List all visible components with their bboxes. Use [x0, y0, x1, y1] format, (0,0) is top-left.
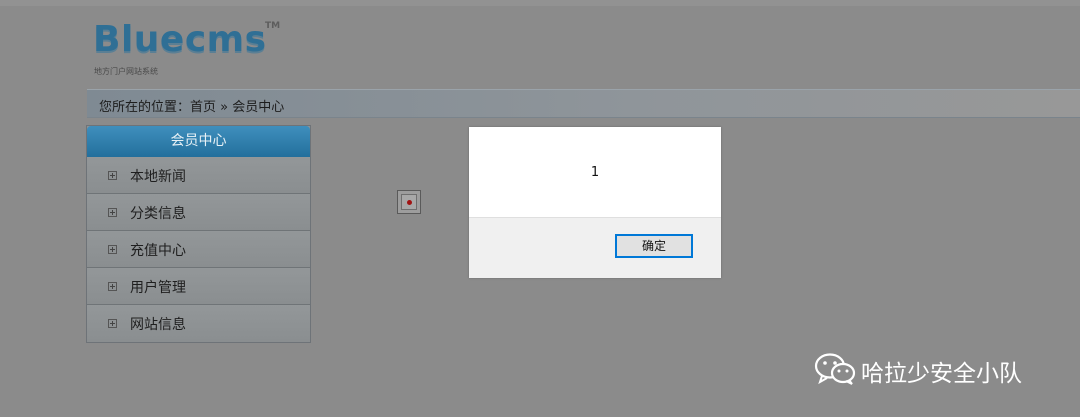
- broken-image-icon: [397, 190, 421, 214]
- page: Bluecms TM 地方门户网站系统 您所在的位置：首页 » 会员中心 会员中…: [0, 0, 1080, 417]
- broken-image-dot: [407, 200, 412, 205]
- plus-box-icon: [108, 282, 117, 291]
- plus-box-icon: [108, 245, 117, 254]
- sidebar-item-recharge[interactable]: 充值中心: [87, 231, 310, 268]
- watermark-text: 哈拉少安全小队: [861, 361, 1022, 387]
- breadcrumb: 您所在的位置：首页 » 会员中心: [87, 89, 1080, 118]
- logo-trademark: TM: [265, 21, 281, 31]
- sidebar-item-classifieds[interactable]: 分类信息: [87, 194, 310, 231]
- alert-dialog: 1 确定: [469, 127, 721, 278]
- sidebar-item-label: 用户管理: [130, 280, 186, 296]
- sidebar-item-local-news[interactable]: 本地新闻: [87, 157, 310, 194]
- alert-message: 1: [590, 165, 600, 180]
- plus-box-icon: [108, 319, 117, 328]
- sidebar-item-user-management[interactable]: 用户管理: [87, 268, 310, 305]
- logo-tagline: 地方门户网站系统: [94, 67, 158, 76]
- top-strip: [0, 0, 1080, 6]
- plus-box-icon: [108, 208, 117, 217]
- wechat-icon: [814, 353, 856, 385]
- breadcrumb-text: 您所在的位置：首页 » 会员中心: [99, 100, 285, 115]
- sidebar-item-label: 分类信息: [130, 206, 186, 222]
- plus-box-icon: [108, 171, 117, 180]
- sidebar-item-label: 网站信息: [130, 317, 186, 333]
- site-logo[interactable]: Bluecms TM 地方门户网站系统: [93, 19, 280, 77]
- ok-button[interactable]: 确定: [615, 234, 693, 258]
- alert-footer: 确定: [469, 217, 721, 278]
- logo-brand: Bluecms: [93, 19, 267, 60]
- sidebar-item-label: 本地新闻: [130, 169, 186, 185]
- sidebar-title: 会员中心: [87, 126, 310, 157]
- member-sidebar: 会员中心 本地新闻 分类信息 充值中心 用户管理 网站信息: [86, 125, 311, 343]
- sidebar-item-site-info[interactable]: 网站信息: [87, 305, 310, 342]
- sidebar-item-label: 充值中心: [130, 243, 186, 259]
